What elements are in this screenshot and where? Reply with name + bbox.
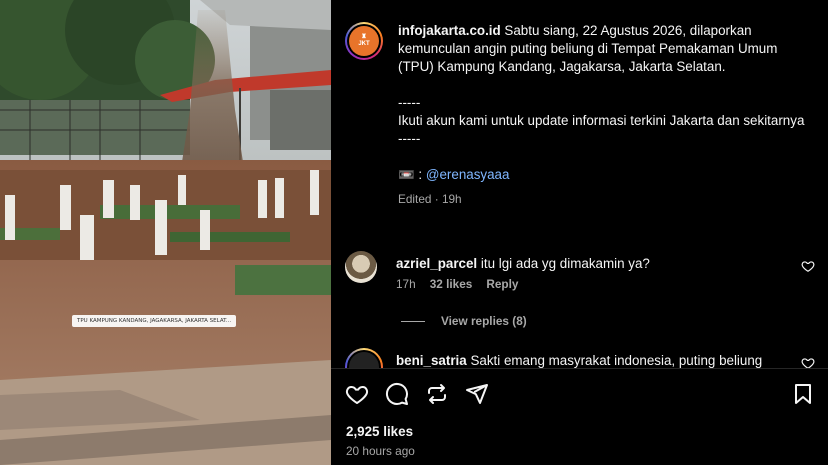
like-count[interactable]: 2,925 likes	[346, 424, 413, 439]
caption-text-2: Ikuti akun kami untuk update informasi t…	[398, 113, 805, 128]
edited-meta: Edited · 19h	[398, 192, 462, 206]
reply-button[interactable]: Reply	[486, 277, 518, 291]
comments-scroll-area[interactable]: ♜ JKT infojakarta.co.id Sabtu siang, 22 …	[331, 0, 828, 368]
comment-username[interactable]: beni_satria	[396, 353, 467, 368]
comment-text: Sakti emang masyrakat indonesia, puting …	[470, 353, 763, 368]
view-replies-label: View replies (8)	[441, 314, 527, 328]
edited-time: 19h	[441, 192, 462, 206]
comment-heart-icon[interactable]	[801, 259, 815, 273]
action-bar	[345, 380, 815, 408]
send-icon[interactable]	[465, 382, 489, 406]
commenter-avatar[interactable]	[345, 251, 377, 283]
post-username[interactable]: infojakarta.co.id	[398, 23, 501, 38]
view-replies-button[interactable]: View replies (8)	[401, 314, 527, 328]
actions-divider	[331, 368, 828, 369]
edited-label: Edited	[398, 192, 432, 206]
repost-icon[interactable]	[425, 382, 449, 406]
heart-icon[interactable]	[345, 382, 369, 406]
view-replies-line	[401, 320, 425, 322]
comment-icon[interactable]	[385, 382, 409, 406]
comment-likes[interactable]: 32 likes	[430, 277, 473, 291]
account-avatar[interactable]: ♜ JKT	[345, 22, 383, 60]
comment-time: 17h	[396, 277, 416, 291]
cemetery-scene	[0, 0, 331, 465]
comment-username[interactable]: azriel_parcel	[396, 256, 477, 271]
post-video[interactable]: TPU KAMPUNG KANDANG, JAGAKARSA, JAKARTA …	[0, 0, 331, 465]
credit-line: 📼 : @erenasyaaa	[398, 167, 510, 182]
caption-separator-top: -----	[398, 95, 421, 110]
comment-text: itu lgi ada yg dimakamin ya?	[480, 256, 650, 271]
post-timestamp: 20 hours ago	[346, 444, 415, 458]
instagram-post-view: TPU KAMPUNG KANDANG, JAGAKARSA, JAKARTA …	[0, 0, 828, 465]
caption-separator-bottom: -----	[398, 131, 421, 146]
video-cassette-icon: 📼	[398, 167, 415, 182]
credit-mention-link[interactable]: @erenasyaaa	[426, 167, 510, 182]
avatar-text: JKT	[358, 41, 370, 47]
bookmark-icon[interactable]	[791, 382, 815, 406]
location-tag: TPU KAMPUNG KANDANG, JAGAKARSA, JAKARTA …	[72, 315, 237, 327]
comment-meta: 17h 32 likes Reply	[396, 277, 518, 291]
commenter-avatar[interactable]	[345, 348, 383, 368]
torch-icon: ♜	[361, 34, 367, 40]
post-details-panel: ♜ JKT infojakarta.co.id Sabtu siang, 22 …	[331, 0, 828, 465]
comment-heart-icon[interactable]	[801, 356, 815, 368]
